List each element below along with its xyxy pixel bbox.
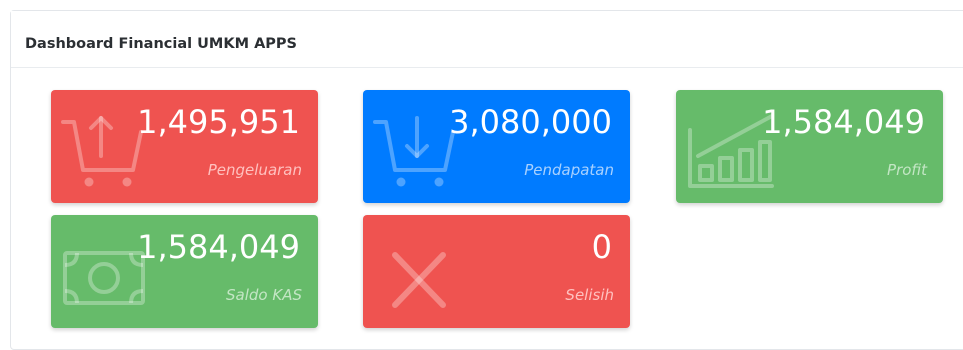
tile-value: 0 bbox=[591, 228, 612, 266]
tile-value: 3,080,000 bbox=[449, 103, 612, 141]
times-icon bbox=[373, 235, 463, 319]
tile-label: Selisih bbox=[565, 286, 614, 304]
tile-value: 1,584,049 bbox=[762, 103, 925, 141]
tile-profit[interactable]: 1,584,049 Profit bbox=[676, 90, 943, 203]
cart-download-icon bbox=[373, 110, 457, 194]
tile-label: Pendapatan bbox=[524, 161, 614, 179]
card-header: Dashboard Financial UMKM APPS bbox=[11, 11, 963, 68]
tile-pendapatan[interactable]: 3,080,000 Pendapatan bbox=[363, 90, 630, 203]
tile-label: Pengeluaran bbox=[207, 161, 302, 179]
cart-upload-icon bbox=[61, 110, 145, 194]
page-title: Dashboard Financial UMKM APPS bbox=[25, 36, 297, 52]
tile-pengeluaran[interactable]: 1,495,951 Pengeluaran bbox=[51, 90, 318, 203]
tile-label: Saldo KAS bbox=[226, 286, 302, 304]
tile-value: 1,584,049 bbox=[137, 228, 300, 266]
tile-value: 1,495,951 bbox=[137, 103, 300, 141]
tile-saldo-kas[interactable]: 1,584,049 Saldo KAS bbox=[51, 215, 318, 328]
tile-label: Profit bbox=[887, 161, 927, 179]
tile-selisih[interactable]: 0 Selisih bbox=[363, 215, 630, 328]
